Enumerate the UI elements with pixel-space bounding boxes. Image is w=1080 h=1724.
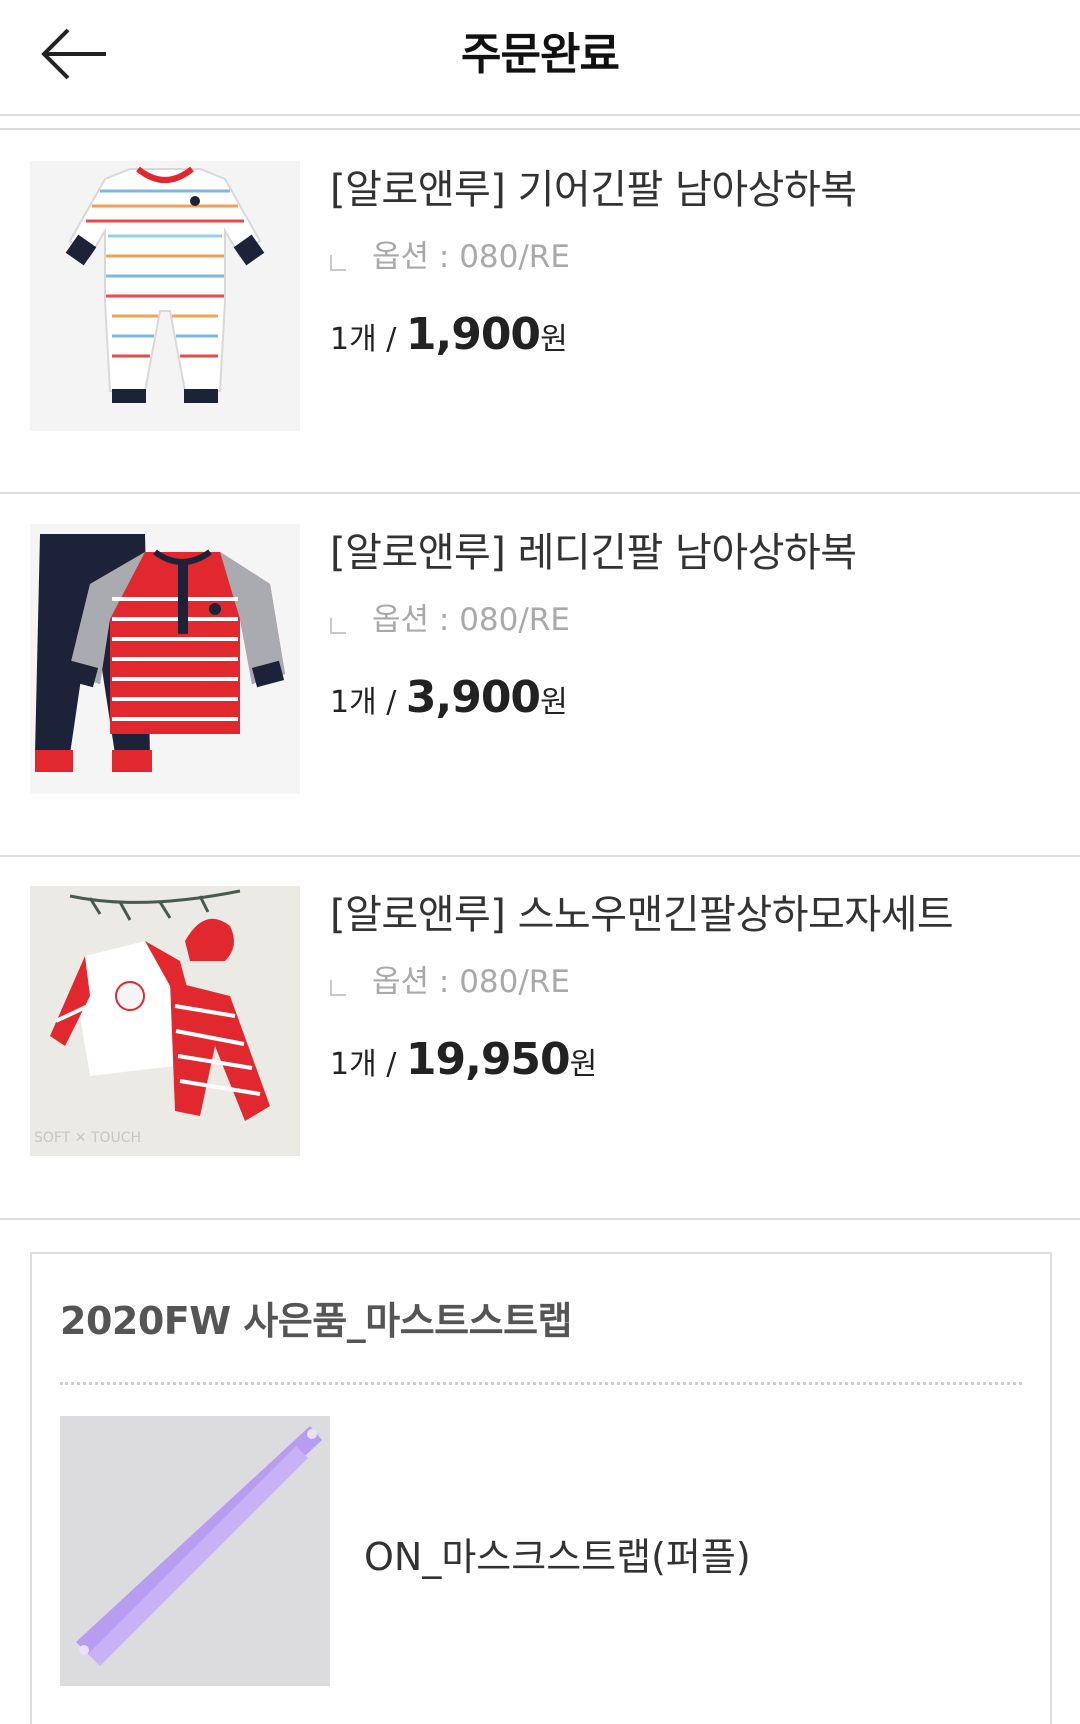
gift-item-name: ON_마스크스트랩(퍼플) xyxy=(364,1535,751,1579)
price-amount: 19,950 xyxy=(405,1034,571,1085)
price-currency: 원 xyxy=(540,322,568,357)
gift-image xyxy=(60,1416,330,1686)
order-item-3[interactable]: SOFT ✕ TOUCH [알로앤루] 스노우맨긴팔상하모자세트 옵션 : 08… xyxy=(0,858,1080,1218)
item-divider xyxy=(0,1218,1080,1220)
gift-title: 2020FW 사은품_마스트스트랩 xyxy=(60,1299,573,1343)
price-currency: 원 xyxy=(540,685,568,720)
product-option: 옵션 : 080/RE xyxy=(330,231,570,276)
page-title: 주문완료 xyxy=(461,29,620,80)
order-item-1[interactable]: [알로앤루] 기어긴팔 남아상하복 옵션 : 080/RE 1개 / 1,900… xyxy=(0,133,1080,493)
header-divider xyxy=(0,128,1080,130)
product-title[interactable]: [알로앤루] 스노우맨긴팔상하모자세트 xyxy=(330,882,954,940)
product-price: 1개 / 19,950원 xyxy=(330,1034,597,1085)
svg-text:SOFT ✕ TOUCH: SOFT ✕ TOUCH xyxy=(34,1130,141,1146)
option-corner-icon xyxy=(330,255,346,271)
product-image-1[interactable] xyxy=(30,161,300,431)
price-amount: 1,900 xyxy=(405,309,541,360)
gift-section: 2020FW 사은품_마스트스트랩 ON_마스크스트랩(퍼플) xyxy=(30,1252,1052,1724)
price-currency: 원 xyxy=(569,1047,598,1082)
order-item-2[interactable]: [알로앤루] 레디긴팔 남아상하복 옵션 : 080/RE 1개 / 3,900… xyxy=(0,496,1080,856)
price-amount: 3,900 xyxy=(405,672,541,723)
option-corner-icon xyxy=(330,980,346,996)
product-quantity: 1개 / xyxy=(330,322,406,357)
product-price: 1개 / 3,900원 xyxy=(330,672,568,723)
dotted-divider xyxy=(60,1382,1022,1385)
product-quantity: 1개 / xyxy=(330,685,406,720)
product-title[interactable]: [알로앤루] 레디긴팔 남아상하복 xyxy=(330,520,857,578)
item-divider xyxy=(0,492,1080,494)
product-image-2[interactable] xyxy=(30,524,300,794)
product-price: 1개 / 1,900원 xyxy=(330,309,568,360)
item-divider xyxy=(0,855,1080,857)
header-bar: 주문완료 xyxy=(0,0,1080,116)
product-title[interactable]: [알로앤루] 기어긴팔 남아상하복 xyxy=(330,157,857,215)
product-option: 옵션 : 080/RE xyxy=(330,594,570,639)
product-quantity: 1개 / xyxy=(330,1047,406,1082)
product-option: 옵션 : 080/RE xyxy=(330,956,570,1001)
product-image-3[interactable]: SOFT ✕ TOUCH xyxy=(30,886,300,1156)
option-corner-icon xyxy=(330,618,346,634)
